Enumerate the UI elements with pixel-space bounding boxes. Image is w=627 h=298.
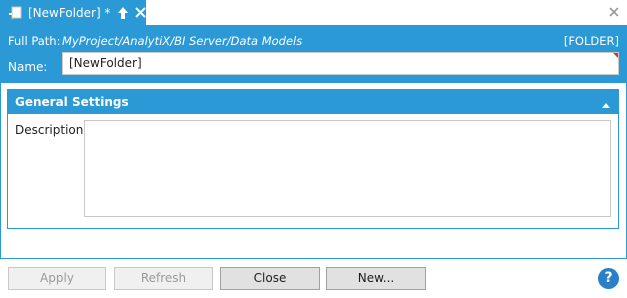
tab-title: [NewFolder] *: [28, 5, 111, 20]
close-button[interactable]: Close: [220, 267, 320, 290]
description-label: Description:: [15, 123, 88, 137]
document-tab-strip: [NewFolder] *: [0, 0, 627, 25]
new-button[interactable]: New...: [326, 267, 426, 290]
description-field[interactable]: [84, 120, 611, 217]
object-header: Full Path: MyProject/AnalytiX/BI Server/…: [0, 25, 627, 83]
name-value: [NewFolder]: [69, 56, 142, 70]
fullpath-label: Full Path:: [8, 34, 61, 48]
help-icon[interactable]: ?: [598, 268, 619, 289]
footer-toolbar: Apply Refresh Close New... ?: [0, 259, 627, 298]
pin-icon[interactable]: [117, 5, 129, 21]
fullpath-value: MyProject/AnalytiX/BI Server/Data Models: [62, 34, 303, 48]
collapse-icon[interactable]: [601, 98, 611, 108]
section-header[interactable]: General Settings: [8, 90, 618, 114]
general-settings-section: General Settings Description:: [7, 89, 619, 229]
section-title: General Settings: [15, 95, 129, 109]
close-all-icon[interactable]: [607, 4, 621, 20]
refresh-button[interactable]: Refresh: [114, 267, 213, 290]
document-tab[interactable]: [NewFolder] *: [0, 0, 146, 25]
name-label: Name:: [8, 60, 48, 74]
name-field[interactable]: [NewFolder]: [62, 52, 619, 75]
apply-button[interactable]: Apply: [8, 267, 106, 290]
object-type-label: [FOLDER]: [563, 34, 619, 48]
required-marker: [613, 53, 618, 58]
document-icon: [8, 5, 24, 21]
fullpath-row: Full Path: MyProject/AnalytiX/BI Server/…: [8, 34, 619, 50]
tab-close-icon[interactable]: [134, 5, 146, 21]
